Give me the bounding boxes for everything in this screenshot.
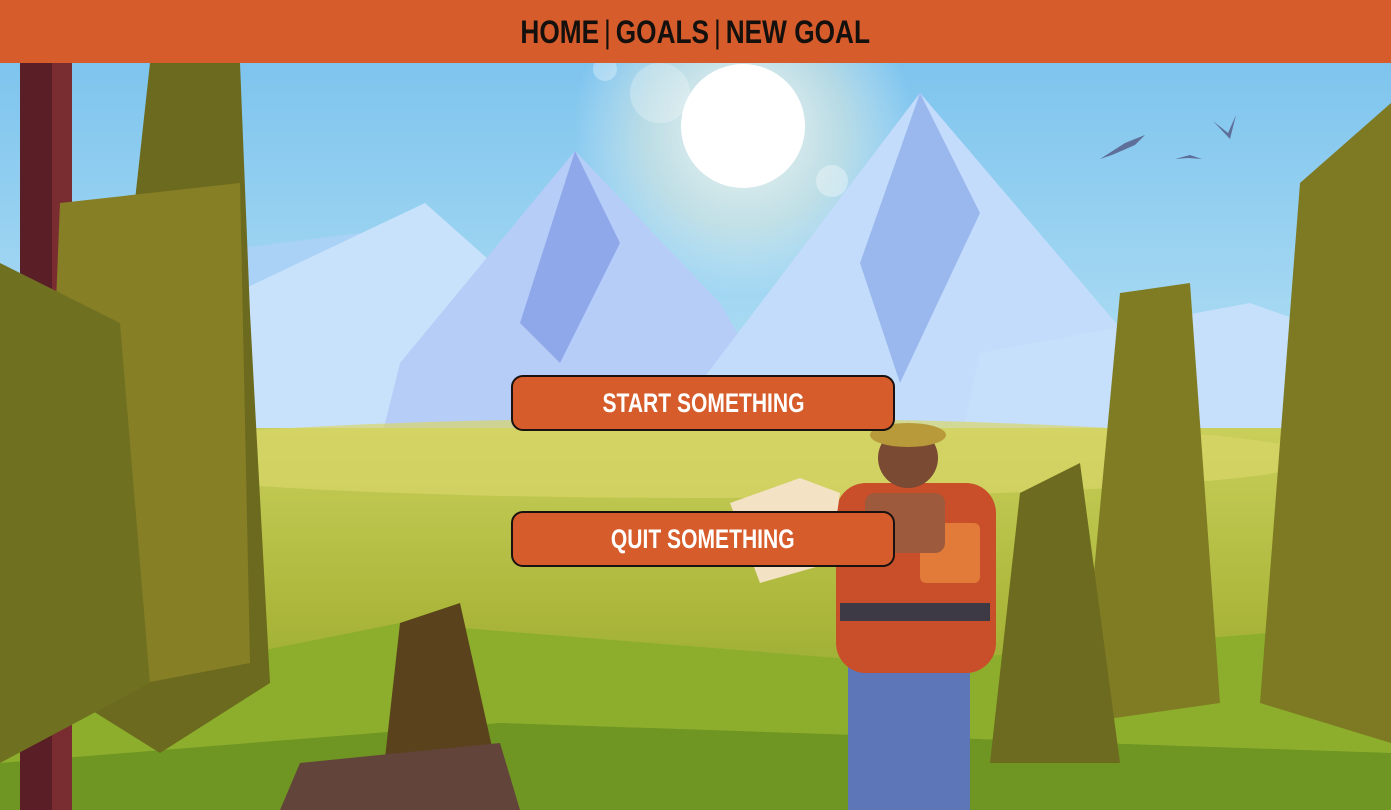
quit-something-button[interactable]: Quit Something xyxy=(511,511,895,567)
quit-something-label: Quit Something xyxy=(611,523,795,554)
nav-goals-link[interactable]: Goals xyxy=(616,16,709,48)
nav-new-goal-link[interactable]: New Goal xyxy=(726,16,870,48)
background-illustration xyxy=(0,63,1391,810)
nav-separator: | xyxy=(604,13,612,50)
nav-separator: | xyxy=(714,13,722,50)
nav-links: Home | Goals | New Goal xyxy=(521,16,871,48)
start-something-label: Start Something xyxy=(601,387,805,418)
nav-home-link[interactable]: Home xyxy=(521,16,600,48)
start-something-button[interactable]: Start Something xyxy=(511,375,895,431)
hiker-landscape-image xyxy=(0,63,1391,810)
top-navbar: Home | Goals | New Goal xyxy=(0,0,1391,63)
